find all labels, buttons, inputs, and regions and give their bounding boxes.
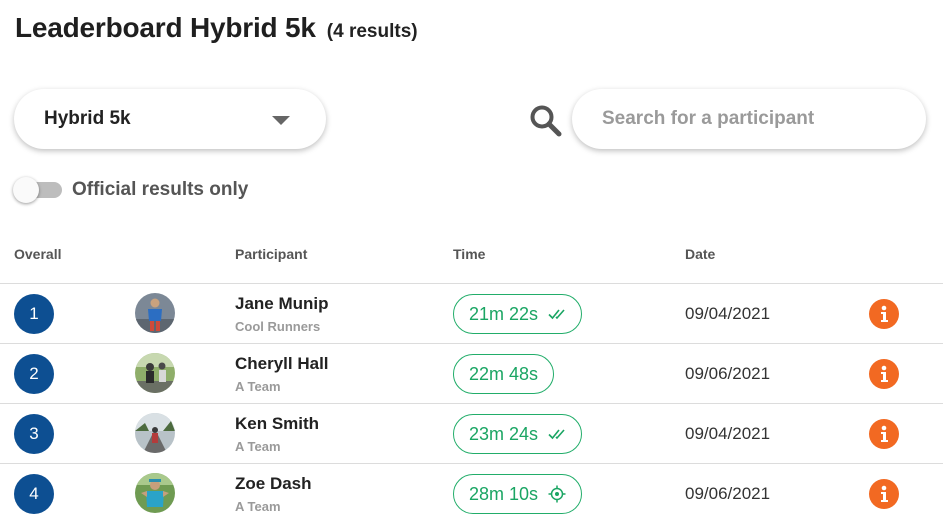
rank-badge: 2	[14, 354, 54, 394]
participant-name[interactable]: Jane Munip	[235, 294, 329, 314]
participant-team: A Team	[235, 439, 281, 454]
participant-search-input[interactable]	[572, 89, 926, 149]
event-select-dropdown[interactable]: Hybrid 5k	[14, 89, 326, 149]
rank-badge: 1	[14, 294, 54, 334]
gps-target-icon	[548, 485, 566, 503]
official-results-label: Official results only	[72, 179, 249, 200]
rank-badge: 4	[14, 474, 54, 514]
time-pill[interactable]: 21m 22s	[453, 294, 583, 334]
table-row: 2 Cheryll Hall A Team 22m 48s 09/06/2021	[0, 344, 943, 404]
info-button[interactable]	[869, 359, 899, 389]
caret-down-icon	[272, 116, 290, 125]
result-date: 09/06/2021	[685, 484, 771, 503]
participant-team: A Team	[235, 379, 281, 394]
rank-badge: 3	[14, 414, 54, 454]
table-row: 4 Zoe Dash A Team 28m 10s 09/06/2021	[0, 464, 943, 523]
official-results-toggle[interactable]	[13, 176, 63, 204]
time-pill[interactable]: 23m 24s	[453, 414, 583, 454]
time-pill[interactable]: 28m 10s	[453, 474, 583, 514]
info-icon	[881, 425, 888, 442]
info-button[interactable]	[869, 479, 899, 509]
column-header-overall: Overall	[14, 246, 62, 262]
info-icon	[881, 305, 888, 322]
result-date: 09/04/2021	[685, 424, 771, 443]
official-results-toggle-row: Official results only	[13, 176, 248, 204]
info-icon	[881, 365, 888, 382]
search-icon[interactable]	[529, 104, 563, 138]
participant-team: A Team	[235, 499, 281, 514]
participant-name[interactable]: Cheryll Hall	[235, 354, 329, 374]
avatar	[135, 353, 175, 393]
column-header-date: Date	[685, 246, 716, 262]
info-icon	[881, 485, 888, 502]
time-value: 23m 24s	[469, 423, 539, 444]
result-count: (4 results)	[326, 21, 418, 42]
time-value: 21m 22s	[469, 303, 539, 324]
double-check-icon	[548, 429, 565, 440]
page-title: Leaderboard Hybrid 5k	[15, 12, 316, 43]
avatar	[135, 473, 175, 513]
avatar	[135, 293, 175, 333]
info-button[interactable]	[869, 299, 899, 329]
participant-team: Cool Runners	[235, 319, 321, 334]
leaderboard-page: Leaderboard Hybrid 5k (4 results) Hybrid…	[0, 0, 943, 523]
info-button[interactable]	[869, 419, 899, 449]
result-date: 09/04/2021	[685, 304, 771, 323]
time-value: 22m 48s	[469, 363, 539, 384]
participant-name[interactable]: Ken Smith	[235, 414, 319, 434]
avatar	[135, 413, 175, 453]
participant-name[interactable]: Zoe Dash	[235, 474, 312, 494]
toggle-knob	[13, 177, 39, 203]
table-row: 1 Jane Munip Cool Runners 21m 22s 09/04/…	[0, 284, 943, 344]
double-check-icon	[548, 309, 565, 320]
time-value: 28m 10s	[469, 483, 539, 504]
event-select-value: Hybrid 5k	[44, 108, 131, 129]
table-row: 3 Ken Smith A Team 23m 24s 09/04/2021	[0, 404, 943, 464]
time-pill[interactable]: 22m 48s	[453, 354, 555, 394]
result-date: 09/06/2021	[685, 364, 771, 383]
column-header-participant: Participant	[235, 246, 308, 262]
column-header-time: Time	[453, 246, 486, 262]
title-row: Leaderboard Hybrid 5k (4 results)	[15, 12, 418, 44]
